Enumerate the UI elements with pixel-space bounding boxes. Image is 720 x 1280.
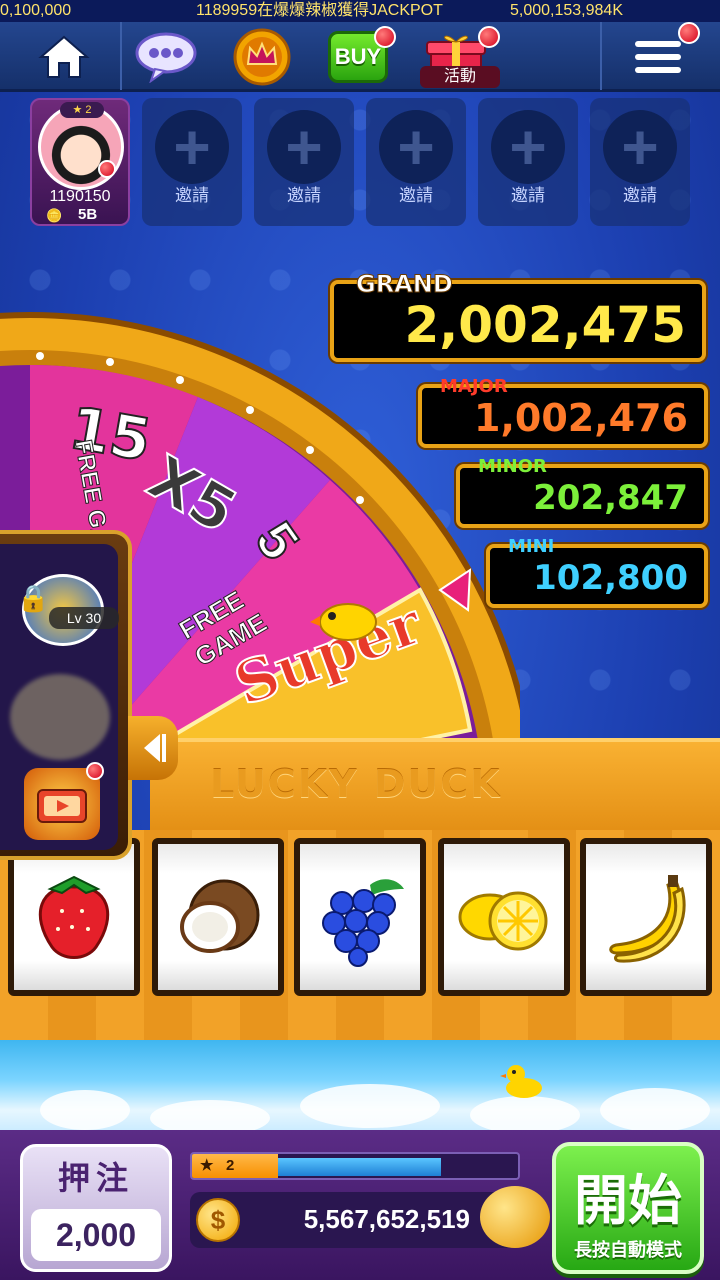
invite-slot[interactable]: + 邀請 <box>366 98 466 226</box>
grand-label: GRAND <box>356 270 454 299</box>
invite-label: 邀請 <box>287 186 321 205</box>
locked-game-thumbnail[interactable]: 🔒 Lv 30 <box>17 574 119 646</box>
grapes-icon <box>322 879 404 967</box>
plus-icon: + <box>379 110 453 184</box>
chat-icon <box>135 32 197 83</box>
notification-dot <box>374 26 396 48</box>
reel-coconut <box>152 838 284 996</box>
home-icon <box>38 35 90 78</box>
player-id: 1190150 <box>49 188 111 205</box>
menu-button[interactable] <box>626 22 700 86</box>
bubble <box>40 1090 130 1130</box>
piggy-bank-icon[interactable] <box>480 1186 550 1248</box>
ticker-center: 1189959在爆爆辣椒獲得JACKPOT <box>196 2 443 19</box>
minor-value: 202,847 <box>533 478 688 518</box>
coin-balance: $ 5,567,652,519 <box>190 1186 550 1248</box>
strawberry-icon <box>38 875 110 959</box>
top-bar: BUY <box>0 22 720 92</box>
lock-icon: 🔒 <box>17 583 50 613</box>
xp-progress-bar: ★ 2 <box>190 1152 520 1180</box>
bet-value: 2,000 <box>31 1209 161 1261</box>
bet-label: 押注 <box>57 1160 134 1196</box>
video-reward-button[interactable] <box>24 762 104 840</box>
home-button[interactable] <box>32 28 96 86</box>
side-panel: 🔒 Lv 30 <box>0 530 132 860</box>
xp-fill <box>278 1158 441 1176</box>
machine-header: LUCKY DUCK <box>150 738 720 838</box>
bubble-bath-decoration <box>0 1040 720 1140</box>
player-level: 2 <box>85 104 92 116</box>
lemon-icon <box>458 891 548 951</box>
invite-slot[interactable]: + 邀請 <box>142 98 242 226</box>
bubble <box>300 1084 440 1128</box>
major-jackpot: MAJOR 1,002,476 <box>418 376 708 448</box>
chevron-left-icon <box>144 734 166 762</box>
invite-slot[interactable]: + 邀請 <box>478 98 578 226</box>
plus-icon: + <box>155 110 229 184</box>
ticker-left: 0,100,000 <box>0 2 72 19</box>
coin-value: 5,567,652,519 <box>303 1204 470 1234</box>
ticker-right: 5,000,153,984K <box>510 2 623 19</box>
bubble <box>600 1088 710 1132</box>
bubble <box>470 1096 580 1134</box>
reel-grapes <box>294 838 426 996</box>
crown-icon <box>233 28 291 86</box>
reel-banana <box>580 838 712 996</box>
player-balance: 5B <box>78 206 98 223</box>
bottom-bar: 押注 2,000 ★ 2 $ 5,567,652,519 開始 長按自動模式 <box>0 1130 720 1280</box>
notification-dot <box>98 160 116 178</box>
dollar-coin-icon: $ <box>196 1198 240 1242</box>
minor-label: MINOR <box>478 456 547 477</box>
invite-label: 邀請 <box>175 186 209 205</box>
xp-level-value: 2 <box>225 1157 235 1174</box>
coin-icon: 🪙 <box>46 208 63 223</box>
minor-jackpot: MINOR 202,847 <box>456 456 708 528</box>
mini-value: 102,800 <box>533 558 688 598</box>
rubber-duck-icon <box>500 1065 542 1098</box>
plus-icon: + <box>603 110 677 184</box>
lock-level: Lv 30 <box>49 607 119 629</box>
notification-dot <box>678 22 700 44</box>
buy-button[interactable]: BUY <box>326 26 396 86</box>
invite-label: 邀請 <box>399 186 433 205</box>
invite-slot[interactable]: + 邀請 <box>254 98 354 226</box>
plus-icon: + <box>491 110 565 184</box>
blurred-game-thumbnail[interactable] <box>10 674 110 760</box>
collapse-side-panel-button[interactable] <box>128 716 178 780</box>
mini-label: MINI <box>508 536 555 557</box>
mini-jackpot: MINI 102,800 <box>486 536 708 608</box>
invite-label: 邀請 <box>623 186 657 205</box>
xp-level: ★ 2 <box>192 1154 278 1178</box>
major-value: 1,002,476 <box>474 396 688 440</box>
spin-label: 開始 <box>574 1171 682 1231</box>
bet-selector[interactable]: 押注 2,000 <box>20 1144 172 1272</box>
jackpot-ticker: 0,100,000 1189959在爆爆辣椒獲得JACKPOT 5,000,15… <box>0 0 720 22</box>
player-level-badge: ★ 2 <box>60 102 104 118</box>
divider <box>600 22 602 90</box>
reel-strawberry <box>8 838 140 996</box>
coconut-icon <box>180 879 260 953</box>
chat-button[interactable] <box>134 28 198 86</box>
reel-lemon <box>438 838 570 996</box>
spin-sublabel: 長按自動模式 <box>574 1240 682 1260</box>
grand-value: 2,002,475 <box>404 296 686 354</box>
hamburger-menu-icon <box>635 41 681 73</box>
tv-icon <box>37 789 87 823</box>
vip-crown-button[interactable] <box>230 28 294 86</box>
grand-jackpot: GRAND 2,002,475 <box>330 270 706 362</box>
divider <box>120 22 122 90</box>
notification-dot <box>86 762 104 780</box>
major-label: MAJOR <box>440 376 508 397</box>
banana-icon <box>609 875 686 963</box>
invite-label: 邀請 <box>511 186 545 205</box>
event-label[interactable]: 活動 <box>420 66 500 88</box>
spin-button[interactable]: 開始 長按自動模式 <box>552 1142 704 1274</box>
duck-icon <box>310 603 377 641</box>
plus-icon: + <box>267 110 341 184</box>
invite-slot[interactable]: + 邀請 <box>590 98 690 226</box>
notification-dot <box>478 26 500 48</box>
side-panel-inner: 🔒 Lv 30 <box>0 544 119 850</box>
player-card[interactable]: ★ 2 1190150 🪙 5B <box>30 98 130 226</box>
machine-title: LUCKY DUCK <box>210 762 502 806</box>
